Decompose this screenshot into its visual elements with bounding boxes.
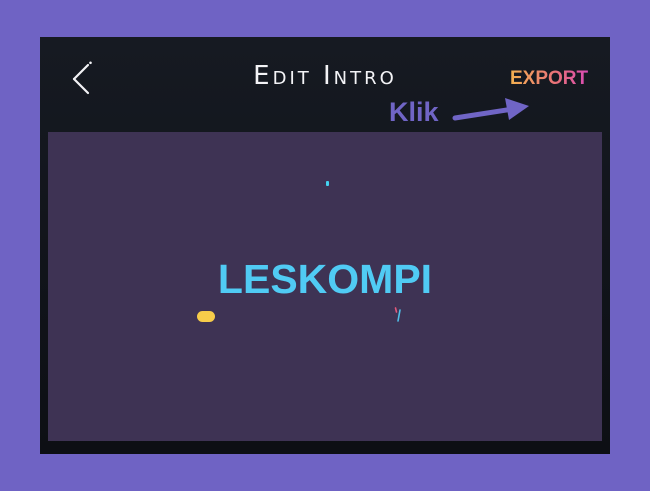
annotation-label: Klik — [389, 97, 439, 127]
top-bar: Edit Intro EXPORT Klik — [40, 37, 610, 132]
particle-slash — [393, 307, 403, 323]
export-button[interactable]: EXPORT — [510, 68, 588, 90]
intro-preview-canvas[interactable]: LESKOMPI — [48, 132, 602, 441]
app-screen: Edit Intro EXPORT Klik LESKOMPI — [40, 37, 610, 454]
intro-text: LESKOMPI — [217, 256, 433, 302]
arrow-right-icon — [445, 89, 535, 129]
particle-pill — [197, 311, 215, 322]
particle-dot — [326, 181, 329, 186]
